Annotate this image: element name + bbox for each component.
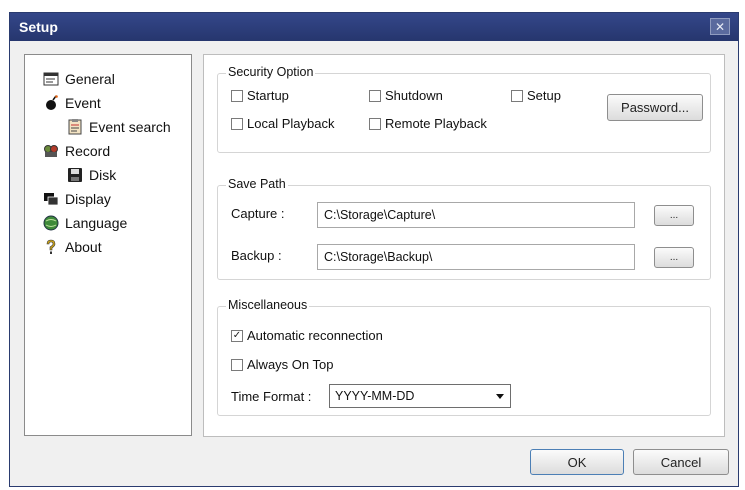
- nav-label: Disk: [89, 167, 117, 183]
- event-search-icon: [67, 119, 83, 135]
- remote-playback-checkbox[interactable]: Remote Playback: [369, 116, 487, 131]
- nav-label: Display: [65, 191, 111, 207]
- ok-button[interactable]: OK: [530, 449, 624, 475]
- settings-panel: Security Option Startup Shutdown Setup L…: [203, 54, 725, 437]
- checkbox-label: Setup: [527, 88, 561, 103]
- nav-label: Language: [65, 215, 128, 231]
- about-icon: [43, 239, 59, 255]
- language-icon: [43, 215, 59, 231]
- backup-browse-button[interactable]: ...: [654, 247, 694, 268]
- checkbox-label: Always On Top: [247, 357, 334, 372]
- backup-label: Backup :: [231, 248, 282, 263]
- nav-label: About: [65, 239, 102, 255]
- checkbox-box: [369, 89, 381, 102]
- cancel-button[interactable]: Cancel: [633, 449, 729, 475]
- save-path-group: Save Path Capture : C:\Storage\Capture\ …: [217, 177, 711, 280]
- dialog-title: Setup: [19, 19, 58, 35]
- checkbox-box: [231, 358, 243, 371]
- time-format-label: Time Format :: [231, 389, 312, 404]
- disk-icon: [67, 167, 83, 183]
- nav-item-about[interactable]: About: [43, 237, 102, 257]
- nav-item-general[interactable]: General: [43, 69, 115, 89]
- startup-checkbox[interactable]: Startup: [231, 88, 289, 103]
- nav-item-record[interactable]: Record: [43, 141, 110, 161]
- display-icon: [43, 191, 59, 207]
- nav-label: Record: [65, 143, 111, 159]
- checkbox-label: Automatic reconnection: [247, 328, 383, 343]
- chevron-down-icon: [496, 394, 504, 399]
- group-title: Save Path: [226, 177, 288, 191]
- checkbox-label: Startup: [247, 88, 289, 103]
- group-title: Security Option: [226, 65, 316, 79]
- time-format-select[interactable]: YYYY-MM-DD: [329, 384, 511, 408]
- capture-browse-button[interactable]: ...: [654, 205, 694, 226]
- nav-item-event-search[interactable]: Event search: [67, 117, 171, 137]
- nav-label: Event search: [89, 119, 171, 135]
- close-button[interactable]: ✕: [710, 18, 730, 35]
- checkbox-box: [511, 89, 523, 102]
- backup-path-field[interactable]: C:\Storage\Backup\: [317, 244, 635, 270]
- checkbox-label: Remote Playback: [385, 116, 487, 131]
- checkbox-box: [231, 117, 243, 130]
- group-title: Miscellaneous: [226, 298, 310, 312]
- password-button[interactable]: Password...: [607, 94, 703, 121]
- miscellaneous-group: Miscellaneous ✓ Automatic reconnection A…: [217, 298, 711, 416]
- checkbox-label: Shutdown: [385, 88, 443, 103]
- local-playback-checkbox[interactable]: Local Playback: [231, 116, 334, 131]
- nav-item-language[interactable]: Language: [43, 213, 127, 233]
- nav-label: General: [65, 71, 115, 87]
- checkbox-box: [231, 89, 243, 102]
- checkbox-box: ✓: [231, 329, 243, 342]
- automatic-reconnection-checkbox[interactable]: ✓ Automatic reconnection: [231, 328, 383, 343]
- title-bar: Setup ✕: [10, 13, 738, 41]
- general-icon: [43, 71, 59, 87]
- capture-label: Capture :: [231, 206, 285, 221]
- shutdown-checkbox[interactable]: Shutdown: [369, 88, 443, 103]
- nav-item-display[interactable]: Display: [43, 189, 111, 209]
- setup-nav-tree: General Event Event search Record Disk D…: [24, 54, 192, 436]
- checkbox-box: [369, 117, 381, 130]
- event-icon: [43, 95, 59, 111]
- nav-item-event[interactable]: Event: [43, 93, 101, 113]
- nav-label: Event: [65, 95, 101, 111]
- setup-dialog: Setup ✕ General Event Event search Recor…: [9, 12, 739, 487]
- nav-item-disk[interactable]: Disk: [67, 165, 116, 185]
- checkbox-label: Local Playback: [247, 116, 335, 131]
- security-option-group: Security Option Startup Shutdown Setup L…: [217, 65, 711, 153]
- always-on-top-checkbox[interactable]: Always On Top: [231, 357, 333, 372]
- capture-path-field[interactable]: C:\Storage\Capture\: [317, 202, 635, 228]
- record-icon: [43, 143, 59, 159]
- time-format-value: YYYY-MM-DD: [335, 389, 415, 403]
- setup-checkbox[interactable]: Setup: [511, 88, 561, 103]
